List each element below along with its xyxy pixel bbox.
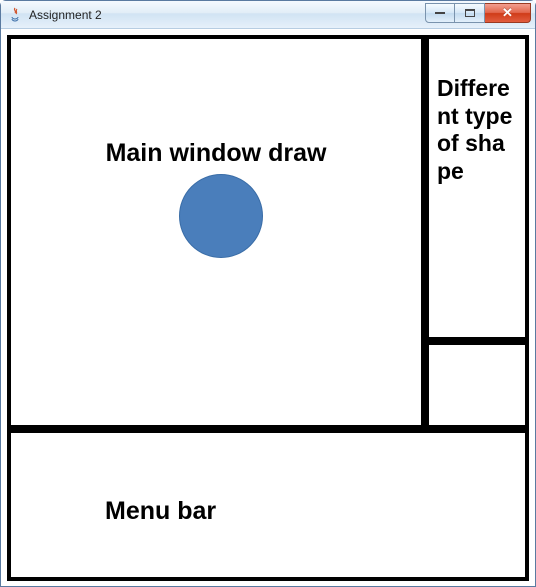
maximize-button[interactable] (455, 3, 485, 23)
app-window: Assignment 2 ✕ Main window draw Differen… (0, 0, 536, 587)
main-draw-panel[interactable]: Main window draw (7, 35, 425, 429)
java-icon (7, 7, 23, 23)
circle-shape[interactable] (179, 174, 263, 258)
maximize-icon (465, 9, 475, 17)
shape-type-panel[interactable]: Different type of shape (425, 35, 529, 341)
title-bar[interactable]: Assignment 2 ✕ (1, 1, 535, 29)
minimize-button[interactable] (425, 3, 455, 23)
menu-bar-panel[interactable]: Menu bar (7, 429, 529, 581)
menu-bar-label: Menu bar (105, 497, 216, 526)
close-button[interactable]: ✕ (485, 3, 531, 23)
close-icon: ✕ (502, 6, 513, 19)
window-title: Assignment 2 (29, 8, 425, 22)
minimize-icon (435, 12, 445, 14)
main-draw-label: Main window draw (11, 139, 421, 168)
window-controls: ✕ (425, 3, 531, 23)
shape-type-label: Different type of shape (437, 75, 517, 185)
client-area: Main window draw Different type of shape… (1, 29, 535, 586)
small-side-panel[interactable] (425, 341, 529, 429)
